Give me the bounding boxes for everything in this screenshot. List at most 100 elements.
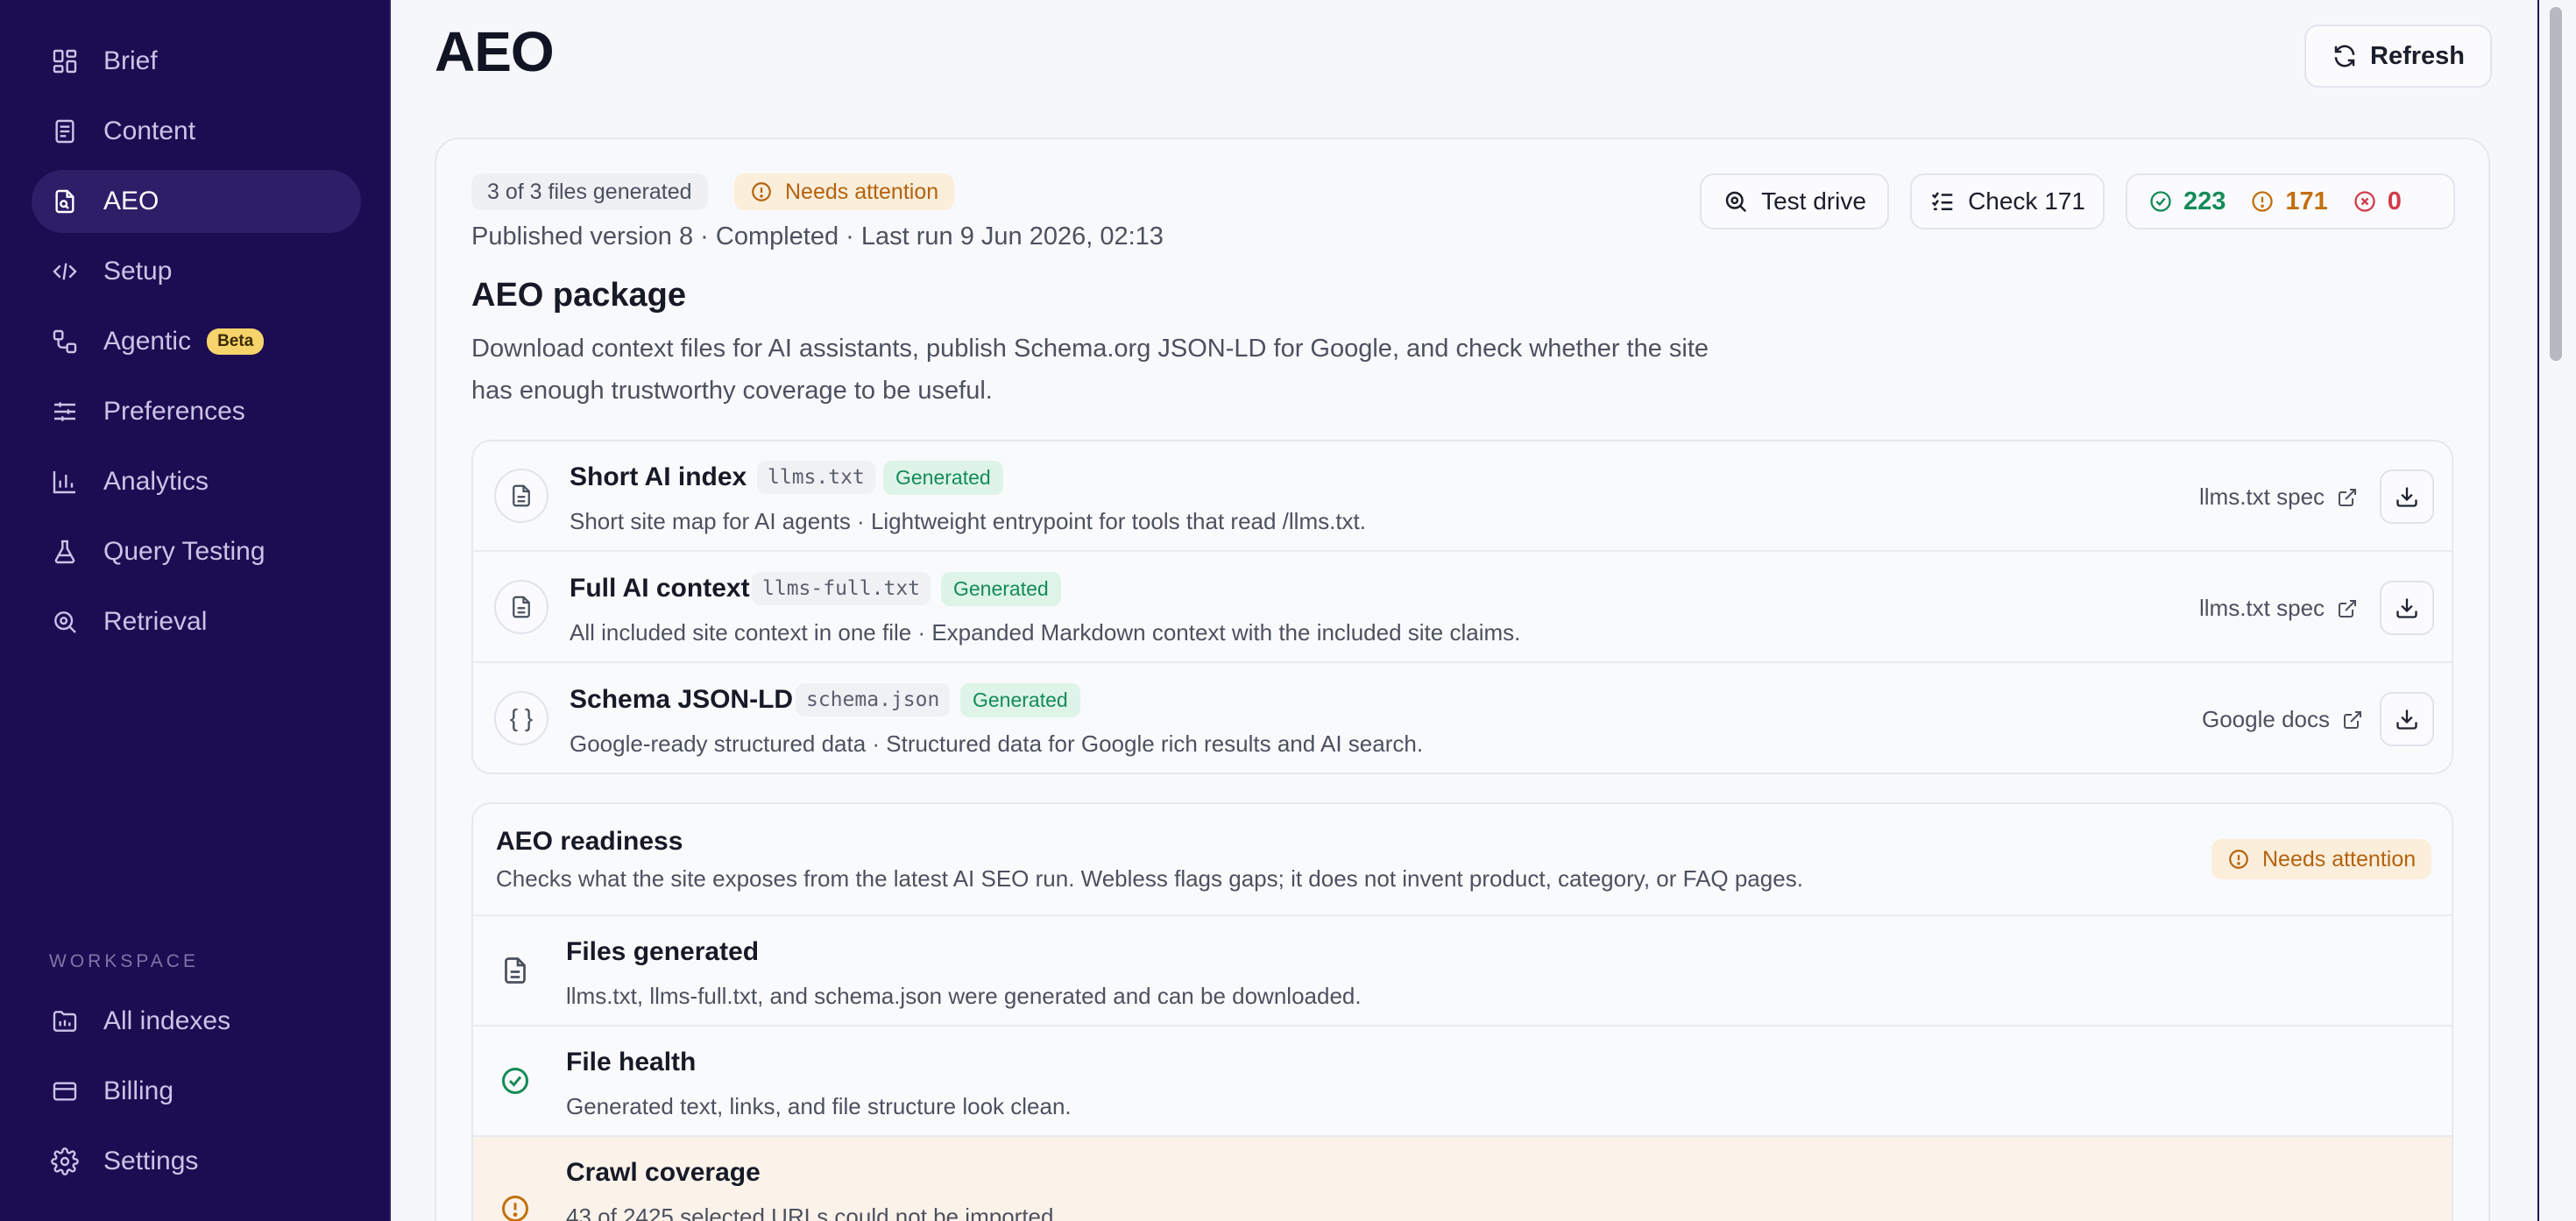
sidebar-item-brief[interactable]: Brief — [32, 30, 361, 93]
download-button[interactable] — [2380, 581, 2434, 635]
file-row-llms-full: Full AI context llms-full.txt Generated … — [473, 553, 2452, 663]
download-icon — [2396, 709, 2417, 730]
check-circle-icon — [502, 1068, 528, 1094]
sidebar-item-billing[interactable]: Billing — [32, 1060, 361, 1123]
sidebar-item-label: Retrieval — [103, 607, 208, 636]
download-icon — [2396, 487, 2417, 507]
sidebar-item-setup[interactable]: Setup — [32, 240, 361, 303]
search-icon — [1723, 188, 1761, 215]
sidebar-item-analytics[interactable]: Analytics — [32, 450, 361, 513]
check-title: File health — [566, 1048, 697, 1076]
flask-icon — [51, 538, 79, 566]
status-badge: Needs attention — [734, 173, 955, 210]
alert-circle-icon — [2229, 850, 2248, 869]
test-drive-label: Test drive — [1761, 187, 1866, 215]
check-title: Crawl coverage — [566, 1158, 761, 1187]
workflow-icon — [51, 328, 79, 356]
sidebar-item-preferences[interactable]: Preferences — [32, 380, 361, 443]
scrollbar-edge — [2537, 0, 2539, 1221]
status-label: Needs attention — [2262, 846, 2417, 872]
check-row-file-health: File health Generated text, links, and f… — [473, 1025, 2452, 1135]
check-title: Files generated — [566, 937, 760, 966]
sidebar-item-settings[interactable]: Settings — [32, 1130, 361, 1193]
docs-link[interactable]: Google docs — [2202, 706, 2363, 733]
check-subtitle: Generated text, links, and file structur… — [566, 1093, 1072, 1119]
alert-circle-icon — [2252, 191, 2274, 212]
sidebar-item-label: Preferences — [103, 397, 245, 426]
refresh-button[interactable]: Refresh — [2304, 25, 2492, 88]
checklist-icon — [1929, 188, 1968, 215]
alert-circle-icon — [752, 182, 771, 201]
sidebar-item-label: Query Testing — [103, 537, 265, 566]
check-subtitle: 43 of 2425 selected URLs could not be im… — [566, 1203, 1060, 1221]
file-subtitle: Google-ready structured data · Structure… — [570, 730, 1424, 757]
sidebar-item-label: AEO — [103, 187, 159, 215]
sidebar-item-label: Analytics — [103, 467, 209, 496]
credit-card-icon — [51, 1077, 79, 1105]
sidebar-item-content[interactable]: Content — [32, 100, 361, 163]
refresh-icon — [2332, 43, 2370, 69]
generated-badge: Generated — [883, 461, 1003, 495]
scrollbar-thumb[interactable] — [2550, 7, 2562, 361]
beta-badge: Beta — [207, 328, 265, 355]
sliders-icon — [51, 398, 79, 426]
spec-link[interactable]: llms.txt spec — [2199, 595, 2358, 622]
error-count: 0 — [2353, 187, 2402, 216]
check-label: Check 171 — [1968, 187, 2085, 215]
external-link-icon — [2339, 599, 2357, 618]
grid-icon — [51, 47, 79, 75]
document-icon — [51, 117, 79, 145]
file-row-schema: { } Schema JSON-LD schema.json Generated… — [473, 664, 2452, 773]
sidebar-item-label: Settings — [103, 1147, 199, 1175]
sidebar-item-label: Brief — [103, 46, 158, 75]
sidebar-item-label: Content — [103, 116, 196, 145]
sidebar-item-agentic[interactable]: Agentic Beta — [32, 310, 361, 373]
readiness-subtitle: Checks what the site exposes from the la… — [496, 865, 1803, 892]
external-link-icon — [2343, 710, 2361, 729]
check-circle-icon — [2150, 191, 2171, 212]
sidebar-item-label: Billing — [103, 1076, 174, 1105]
filename-tag: schema.json — [796, 683, 951, 716]
gear-icon — [51, 1147, 79, 1175]
sidebar-item-all-indexes[interactable]: All indexes — [32, 990, 361, 1053]
readiness-status-badge: Needs attention — [2212, 839, 2432, 879]
file-search-icon — [51, 187, 79, 215]
file-title: Schema JSON-LD — [570, 685, 794, 714]
download-button[interactable] — [2380, 469, 2434, 524]
x-circle-icon — [2354, 191, 2375, 212]
braces-icon: { } — [494, 691, 548, 745]
warn-count: 171 — [2250, 187, 2328, 216]
sidebar-item-retrieval[interactable]: Retrieval — [32, 590, 361, 653]
check-counts: 223 171 0 — [2126, 173, 2455, 229]
filename-tag: llms-full.txt — [752, 572, 931, 605]
bar-chart-icon — [51, 468, 79, 496]
spec-link[interactable]: llms.txt spec — [2199, 483, 2358, 511]
test-drive-button[interactable]: Test drive — [1700, 173, 1889, 229]
document-icon — [494, 580, 548, 634]
file-row-llms: Short AI index llms.txt Generated Short … — [473, 441, 2452, 552]
aeo-readiness-panel: AEO readiness Checks what the site expos… — [471, 802, 2453, 1221]
filename-tag: llms.txt — [757, 461, 875, 494]
file-subtitle: All included site context in one file · … — [570, 619, 1521, 646]
refresh-label: Refresh — [2370, 41, 2465, 70]
document-icon — [505, 957, 526, 984]
sidebar-item-aeo[interactable]: AEO — [32, 170, 361, 233]
alert-circle-icon — [502, 1196, 528, 1221]
generated-badge: Generated — [941, 572, 1061, 606]
sidebar-item-label: Agentic — [103, 327, 192, 356]
file-subtitle: Short site map for AI agents · Lightweig… — [570, 508, 1366, 534]
file-title: Short AI index — [570, 462, 747, 491]
readiness-title: AEO readiness — [496, 827, 683, 856]
folder-icon — [51, 1007, 79, 1035]
page-scrollbar[interactable] — [2537, 0, 2576, 1221]
sidebar: Brief Content AEO Setup Agentic Beta Pre… — [0, 0, 391, 1221]
files-generated-badge: 3 of 3 files generated — [471, 173, 708, 210]
generated-badge: Generated — [960, 683, 1080, 717]
package-title: AEO package — [471, 277, 686, 314]
download-button[interactable] — [2380, 692, 2434, 746]
external-link-icon — [2339, 488, 2357, 506]
file-list: Short AI index llms.txt Generated Short … — [471, 440, 2453, 774]
sidebar-item-query-testing[interactable]: Query Testing — [32, 520, 361, 583]
check-button[interactable]: Check 171 — [1910, 173, 2105, 229]
download-icon — [2396, 598, 2417, 618]
